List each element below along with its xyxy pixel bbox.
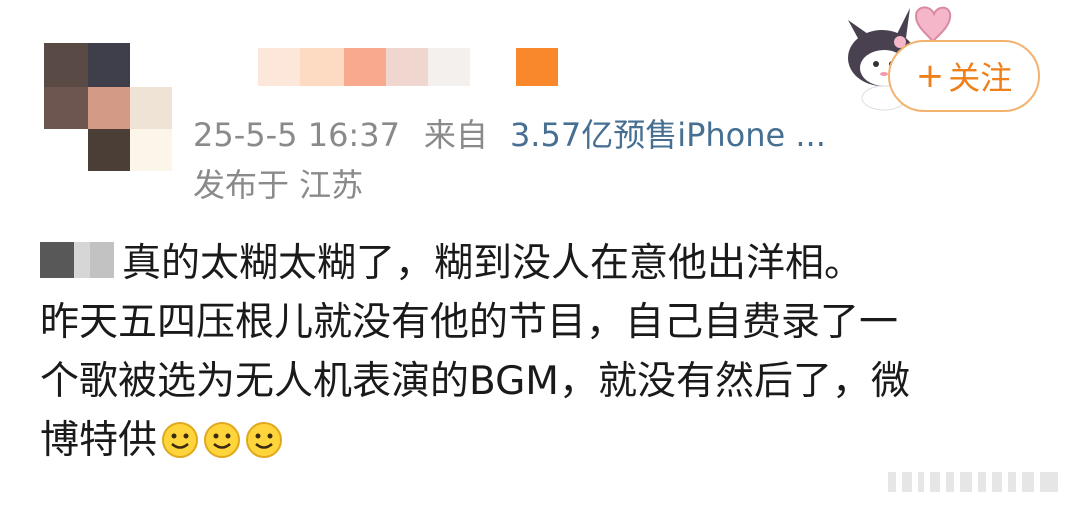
content-text-1: 真的太糊太糊了，糊到没人在意他出洋相。 [122,241,864,286]
post-meta: 25-5-5 16:37 来自 3.57亿预售iPhone ... [193,112,826,158]
from-label: 来自 [423,116,488,154]
content-line-1: 真的太糊太糊了，糊到没人在意他出洋相。 [40,234,1050,293]
follow-label: 关注 [948,59,1013,97]
plus-icon: + [915,56,945,96]
mosaic-censor [40,238,122,282]
content-line-3: 个歌被选为无人机表演的BGM，就没有然后了，微 [40,359,910,404]
weibo-watermark [888,472,1058,492]
avatar[interactable] [44,43,172,171]
smile-emoji-icon [204,422,241,458]
smile-emoji-icon [246,422,283,458]
post-content: 真的太糊太糊了，糊到没人在意他出洋相。 昨天五四压根儿就没有他的节目，自己自费录… [40,234,1050,470]
post-location: 发布于 江苏 [193,166,364,204]
content-text-4: 博特供 [40,418,158,463]
post-timestamp: 25-5-5 16:37 [193,116,400,154]
smile-emoji-icon [162,422,199,458]
source-device-link[interactable]: 3.57亿预售iPhone ... [510,116,826,154]
content-line-4: 博特供 [40,411,1050,470]
follow-button[interactable]: + 关注 [888,40,1040,112]
content-line-2: 昨天五四压根儿就没有他的节目，自己自费录了一 [40,300,899,345]
